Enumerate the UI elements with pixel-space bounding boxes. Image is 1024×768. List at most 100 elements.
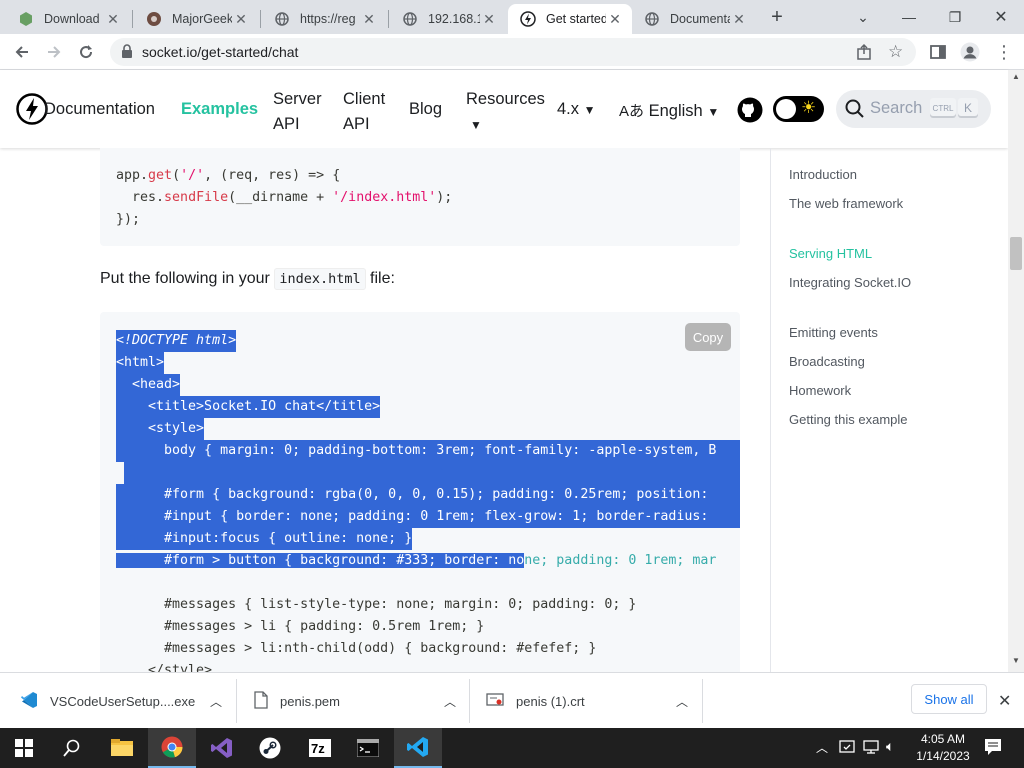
instruction-paragraph: Put the following in your index.html fil… (100, 268, 395, 290)
toc-item-serving-html[interactable]: Serving HTML (789, 243, 949, 264)
code-block-index-html[interactable]: <!DOCTYPE html> <html> <head> <title>Soc… (100, 312, 740, 672)
search-button[interactable]: Search CTRL K (836, 90, 991, 128)
nav-documentation[interactable]: Documentation (44, 100, 155, 119)
tab-title: 192.168.1.1 (428, 12, 480, 26)
code-line: app.get('/', (req, res) => { (116, 168, 341, 183)
language-dropdown[interactable]: Aあ English ▼ (619, 100, 719, 121)
forward-arrow-icon[interactable] (40, 38, 68, 66)
chrome-icon[interactable] (148, 728, 196, 768)
nav-client-api[interactable]: Client API (343, 87, 385, 137)
chevron-up-tray-icon[interactable]: ︿ (816, 739, 828, 756)
url-text[interactable]: socket.io/get-started/chat (142, 44, 298, 60)
terminal-icon[interactable] (344, 728, 392, 768)
clock-time: 4:05 AM (920, 732, 966, 746)
download-filename: penis (1).crt (516, 693, 585, 709)
code-line: <head> (116, 374, 181, 396)
close-icon[interactable]: ✕ (480, 11, 498, 28)
7zip-icon[interactable]: 7z (296, 728, 344, 768)
star-icon[interactable]: ☆ (888, 42, 903, 62)
code-line: #input { border: none; padding: 0 1rem; … (116, 506, 740, 528)
security-icon[interactable] (839, 739, 855, 760)
nav-resources-dropdown[interactable]: Resources ▼ (466, 87, 545, 138)
start-windows-icon[interactable] (0, 728, 48, 768)
tab-documentation[interactable]: Documenta ✕ (632, 4, 756, 34)
visual-studio-icon[interactable] (198, 728, 246, 768)
close-icon[interactable]: ✕ (606, 11, 624, 28)
nav-client-api-line1: Client (343, 90, 386, 108)
toc-item-integrating-socketio[interactable]: Integrating Socket.IO (789, 272, 949, 293)
download-bar: VSCodeUserSetup....exe ︿ penis.pem ︿ pen… (0, 672, 1024, 728)
lock-icon[interactable] (121, 44, 133, 63)
close-download-bar-icon[interactable]: ✕ (998, 691, 1011, 711)
tab-router[interactable]: 192.168.1.1 ✕ (390, 4, 506, 34)
chevron-up-icon[interactable]: ︿ (444, 693, 456, 710)
page-scrollbar[interactable]: ▲ ▼ (1008, 70, 1024, 672)
close-icon[interactable]: ✕ (730, 11, 748, 28)
code-line (124, 462, 740, 484)
toc-item-web-framework[interactable]: The web framework (789, 193, 949, 214)
volume-icon[interactable]: 🔈︎ (886, 738, 894, 755)
address-bar[interactable]: socket.io/get-started/chat ☆ (110, 38, 916, 66)
language-label: English (648, 102, 703, 120)
download-item[interactable]: penis (1).crt ︿ (486, 673, 696, 729)
search-icon[interactable] (48, 728, 96, 768)
code-line: #messages { list-style-type: none; margi… (116, 597, 637, 612)
tab-reg[interactable]: https://reg ✕ (262, 4, 386, 34)
back-arrow-icon[interactable] (8, 38, 36, 66)
socketio-icon (520, 11, 536, 27)
vscode-icon[interactable] (394, 728, 442, 768)
steam-icon[interactable] (246, 728, 294, 768)
copy-button[interactable]: Copy (685, 323, 731, 351)
version-dropdown[interactable]: 4.x ▼ (557, 100, 596, 119)
theme-toggle[interactable]: ☀ (773, 96, 824, 122)
tab-title: Get started (546, 12, 606, 26)
toc-item-emitting-events[interactable]: Emitting events (789, 322, 949, 343)
svg-text:7z: 7z (311, 741, 325, 756)
code-line: }); (116, 212, 141, 227)
menu-kebab-icon[interactable]: ⋮ (990, 38, 1018, 66)
code-block-server[interactable]: app.get('/', (req, res) => { res.sendFil… (100, 148, 740, 246)
close-icon[interactable]: ✕ (232, 11, 250, 28)
tab-get-started[interactable]: Get started ✕ (508, 4, 632, 34)
system-clock[interactable]: 4:05 AM 1/14/2023 (912, 731, 974, 765)
site-navbar: Documentation Examples Server API Client… (0, 70, 1008, 148)
clock-date: 1/14/2023 (916, 749, 970, 763)
close-icon[interactable]: ✕ (104, 11, 122, 28)
kbd-k: K (958, 98, 978, 118)
version-label: 4.x (557, 100, 580, 118)
toc-item-introduction[interactable]: Introduction (789, 164, 949, 185)
scrollbar-thumb[interactable] (1010, 237, 1022, 270)
tab-search-chevron-icon[interactable]: ⌄ (840, 0, 886, 34)
file-explorer-icon[interactable] (98, 728, 146, 768)
new-tab-plus-icon[interactable]: + (766, 6, 788, 28)
scroll-up-arrow-icon[interactable]: ▲ (1012, 72, 1020, 81)
profile-avatar-icon[interactable] (956, 38, 984, 66)
inline-code-filename: index.html (274, 268, 366, 290)
show-all-button[interactable]: Show all (911, 684, 987, 714)
toc-item-getting-example[interactable]: Getting this example (789, 409, 949, 430)
window-close-icon[interactable]: ✕ (978, 0, 1024, 34)
network-icon[interactable] (863, 739, 879, 760)
share-icon[interactable] (856, 43, 874, 66)
close-icon[interactable]: ✕ (360, 11, 378, 28)
github-icon[interactable] (737, 97, 763, 128)
reload-icon[interactable] (72, 38, 100, 66)
nav-server-api[interactable]: Server API (273, 87, 322, 137)
tab-majorgeeks[interactable]: MajorGeek ✕ (134, 4, 258, 34)
tab-download[interactable]: Download ✕ (6, 4, 130, 34)
chevron-up-icon[interactable]: ︿ (210, 693, 222, 710)
chevron-up-icon[interactable]: ︿ (676, 693, 688, 710)
code-line: <html> (116, 352, 165, 374)
download-item[interactable]: VSCodeUserSetup....exe ︿ (20, 673, 230, 729)
download-item[interactable]: penis.pem ︿ (254, 673, 464, 729)
scroll-down-arrow-icon[interactable]: ▼ (1012, 656, 1020, 665)
maximize-icon[interactable]: ❐ (932, 0, 978, 34)
minimize-icon[interactable]: — (886, 0, 932, 34)
nav-client-api-line2: API (343, 115, 370, 133)
nav-blog[interactable]: Blog (409, 100, 442, 119)
nav-examples[interactable]: Examples (181, 100, 258, 119)
toc-item-broadcasting[interactable]: Broadcasting (789, 351, 949, 372)
side-panel-icon[interactable] (924, 38, 952, 66)
notification-icon[interactable] (984, 738, 1002, 761)
toc-item-homework[interactable]: Homework (789, 380, 949, 401)
